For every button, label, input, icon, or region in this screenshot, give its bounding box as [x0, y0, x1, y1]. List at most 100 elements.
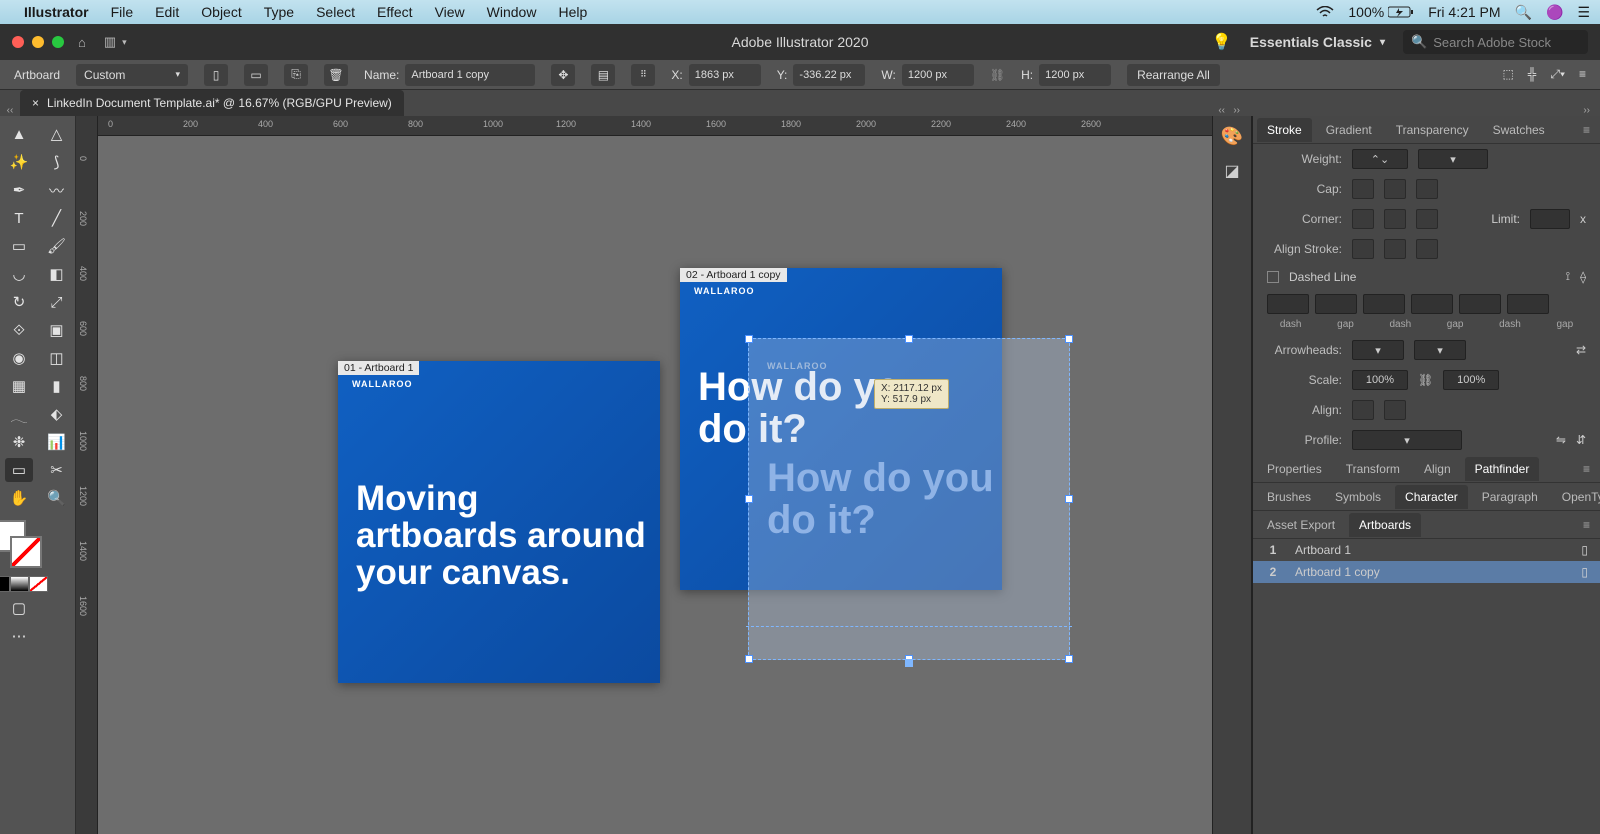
arrange-documents[interactable]: ▥ ▾ [104, 34, 127, 50]
menu-help[interactable]: Help [558, 4, 587, 20]
gap-1[interactable] [1315, 294, 1357, 314]
stroke-weight-dd[interactable]: ▾ [1418, 149, 1488, 169]
curvature-tool[interactable]: 〰 [43, 178, 71, 202]
dash-1[interactable] [1267, 294, 1309, 314]
flip-profile-h[interactable]: ⇋ [1556, 433, 1566, 447]
tab-transparency[interactable]: Transparency [1386, 118, 1479, 142]
shaper-tool[interactable]: ◡ [5, 262, 33, 286]
symbol-sprayer-tool[interactable]: ❉ [5, 430, 33, 454]
artboard-row-2[interactable]: 2Artboard 1 copy▯ [1253, 561, 1600, 583]
dash-align-1[interactable]: ⟟ [1566, 269, 1570, 284]
width-tool[interactable]: ⟐ [5, 318, 33, 342]
menu-edit[interactable]: Edit [155, 4, 179, 20]
blend-tool[interactable]: ⬖ [43, 402, 71, 426]
artboard-1[interactable]: 01 - Artboard 1 WALLAROO Moving artboard… [338, 361, 660, 683]
tab-properties[interactable]: Properties [1257, 457, 1332, 481]
close-tab-icon[interactable]: × [32, 96, 39, 110]
arrow-align-2[interactable] [1384, 400, 1406, 420]
limit-input[interactable] [1530, 209, 1570, 229]
lasso-tool[interactable]: ⟆ [43, 150, 71, 174]
menu-view[interactable]: View [435, 4, 465, 20]
free-transform-tool[interactable]: ▣ [43, 318, 71, 342]
corner-round[interactable] [1384, 209, 1406, 229]
orientation-icon[interactable]: ▯ [1581, 565, 1588, 579]
gap-2[interactable] [1411, 294, 1453, 314]
none-fill[interactable] [29, 576, 48, 592]
eyedropper-tool[interactable]: 𓂃 [5, 402, 33, 426]
align-inside[interactable] [1384, 239, 1406, 259]
fill-stroke-swatches[interactable] [0, 520, 44, 570]
window-controls[interactable] [12, 36, 64, 48]
corner-bevel[interactable] [1416, 209, 1438, 229]
h-field[interactable]: H:1200 px [1021, 64, 1111, 86]
dash-2[interactable] [1363, 294, 1405, 314]
tab-opentype[interactable]: OpenType [1552, 485, 1600, 509]
menu-file[interactable]: File [111, 4, 134, 20]
canvas[interactable]: 0 200 400 600 800 1000 1200 1400 1600 18… [98, 116, 1212, 834]
tab-symbols[interactable]: Symbols [1325, 485, 1391, 509]
gradient-fill[interactable] [10, 576, 29, 592]
dash-align-2[interactable]: ⟠ [1580, 270, 1586, 284]
stroke-weight-input[interactable]: ⌃⌄ [1352, 149, 1408, 169]
dash-3[interactable] [1459, 294, 1501, 314]
orientation-portrait[interactable]: ▯ [204, 64, 228, 86]
tab-scroll-left[interactable]: ‹‹ [0, 105, 20, 116]
spotlight-icon[interactable]: 🔍 [1515, 4, 1532, 21]
tips-icon[interactable]: 💡 [1212, 32, 1232, 52]
rotate-tool[interactable]: ↻ [5, 290, 33, 314]
scale-end[interactable]: 100% [1443, 370, 1499, 390]
panel-menu-icon[interactable]: ≡ [1577, 518, 1596, 532]
dashed-line-checkbox[interactable] [1267, 271, 1279, 283]
workspace-dropdown[interactable]: Essentials Classic▾ [1250, 34, 1385, 50]
line-tool[interactable]: ╱ [43, 206, 71, 230]
panel-collapse-left[interactable]: ‹‹ ›› [1218, 105, 1240, 116]
tab-stroke[interactable]: Stroke [1257, 118, 1312, 142]
artboard-tool[interactable]: ▭ [5, 458, 33, 482]
arrow-start[interactable]: ▾ [1352, 340, 1404, 360]
direct-selection-tool[interactable]: △ [43, 122, 71, 146]
perspective-tool[interactable]: ◫ [43, 346, 71, 370]
tab-transform[interactable]: Transform [1336, 457, 1410, 481]
rearrange-all-button[interactable]: Rearrange All [1127, 64, 1220, 86]
tab-brushes[interactable]: Brushes [1257, 485, 1321, 509]
arrow-end[interactable]: ▾ [1414, 340, 1466, 360]
guides-button[interactable]: ╬ [1528, 67, 1537, 82]
tab-swatches[interactable]: Swatches [1483, 118, 1555, 142]
tab-pathfinder[interactable]: Pathfinder [1465, 457, 1540, 481]
screen-mode[interactable]: ▢ [5, 596, 33, 620]
artboard-row-1[interactable]: 1Artboard 1▯ [1253, 539, 1600, 561]
edit-toolbar[interactable]: ⋯ [5, 624, 33, 648]
tab-artboards[interactable]: Artboards [1349, 513, 1421, 537]
color-mode-row[interactable] [0, 576, 48, 592]
w-field[interactable]: W:1200 px [881, 64, 973, 86]
delete-artboard-button[interactable]: 🗑 [324, 64, 348, 86]
eraser-tool[interactable]: ◧ [43, 262, 71, 286]
cap-square[interactable] [1416, 179, 1438, 199]
y-field[interactable]: Y:-336.22 px [777, 64, 866, 86]
panel-menu-icon[interactable]: ≡ [1577, 462, 1596, 476]
menu-window[interactable]: Window [487, 4, 537, 20]
paintbrush-tool[interactable]: 🖌 [43, 234, 71, 258]
app-name[interactable]: Illustrator [24, 4, 89, 20]
name-input[interactable]: Artboard 1 copy [405, 64, 535, 86]
corner-miter[interactable] [1352, 209, 1374, 229]
zoom-tool[interactable]: 🔍 [43, 486, 71, 510]
hand-tool[interactable]: ✋ [5, 486, 33, 510]
panel-collapse-right[interactable]: ›› [1583, 105, 1590, 116]
gradient-tool[interactable]: ▮ [43, 374, 71, 398]
menu-object[interactable]: Object [201, 4, 241, 20]
shape-builder-tool[interactable]: ◉ [5, 346, 33, 370]
name-field[interactable]: Name: Artboard 1 copy [364, 64, 535, 86]
link-scale-icon[interactable]: ⛓ [1418, 373, 1433, 387]
search-stock[interactable]: 🔍 Search Adobe Stock [1403, 30, 1588, 54]
align-button[interactable]: ⬚ [1502, 67, 1513, 82]
align-outside[interactable] [1416, 239, 1438, 259]
gap-3[interactable] [1507, 294, 1549, 314]
panel-menu-icon[interactable]: ≡ [1579, 67, 1586, 82]
arrow-align-1[interactable] [1352, 400, 1374, 420]
magic-wand-tool[interactable]: ✨ [5, 150, 33, 174]
siri-icon[interactable]: 🟣 [1546, 4, 1563, 21]
reference-point[interactable]: ⠿ [631, 64, 655, 86]
mesh-tool[interactable]: ▦ [5, 374, 33, 398]
control-center-icon[interactable]: ☰ [1577, 4, 1590, 21]
